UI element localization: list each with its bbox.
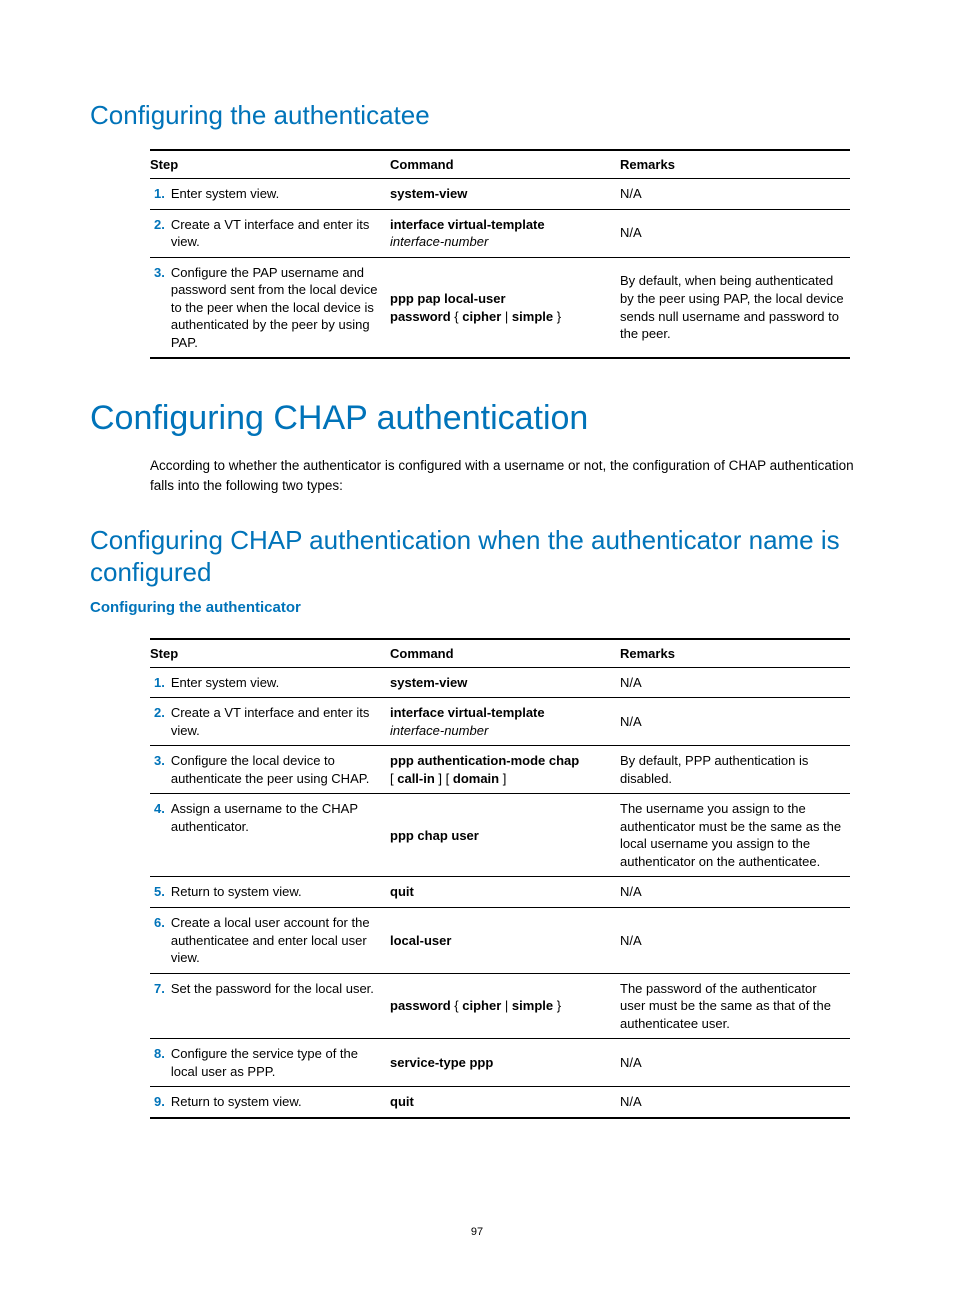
step-command: ppp pap local-user password { cipher | s… (390, 257, 620, 358)
step-number: 4. (150, 794, 171, 877)
step-command: local-user (390, 907, 620, 973)
step-remarks: N/A (620, 877, 850, 908)
col-step: Step (150, 150, 390, 179)
col-step: Step (150, 639, 390, 668)
step-remarks: The password of the authenticator user m… (620, 973, 850, 1039)
step-number: 1. (150, 179, 171, 210)
step-remarks: N/A (620, 698, 850, 746)
step-desc: Create a VT interface and enter its view… (171, 209, 390, 257)
table-row: 2. Create a VT interface and enter its v… (150, 698, 850, 746)
table-authenticator: Step Command Remarks 1. Enter system vie… (150, 638, 850, 1119)
heading-chap-name-configured: Configuring CHAP authentication when the… (90, 524, 864, 589)
heading-chap: Configuring CHAP authentication (90, 399, 864, 438)
step-remarks: N/A (620, 179, 850, 210)
step-desc: Enter system view. (171, 667, 390, 698)
step-remarks: N/A (620, 667, 850, 698)
table-row: 9. Return to system view. quit N/A (150, 1087, 850, 1118)
step-desc: Return to system view. (171, 1087, 390, 1118)
table-row: 7. Set the password for the local user. … (150, 973, 850, 1039)
step-command: ppp authentication-mode chap [ call-in ]… (390, 746, 620, 794)
table-row: 2. Create a VT interface and enter its v… (150, 209, 850, 257)
step-remarks: N/A (620, 907, 850, 973)
step-command: system-view (390, 667, 620, 698)
step-desc: Configure the PAP username and password … (171, 257, 390, 358)
heading-authenticatee: Configuring the authenticatee (90, 100, 864, 131)
page-number: 97 (0, 1226, 954, 1238)
step-command: interface virtual-templateinterface-numb… (390, 209, 620, 257)
step-desc: Assign a username to the CHAP authentica… (171, 794, 390, 877)
col-command: Command (390, 639, 620, 668)
step-number: 3. (150, 746, 171, 794)
step-desc: Create a VT interface and enter its view… (171, 698, 390, 746)
step-remarks: The username you assign to the authentic… (620, 794, 850, 877)
step-command: quit (390, 877, 620, 908)
step-command: password { cipher | simple } (390, 973, 620, 1039)
step-desc: Create a local user account for the auth… (171, 907, 390, 973)
step-number: 9. (150, 1087, 171, 1118)
table-row: 1. Enter system view. system-view N/A (150, 667, 850, 698)
col-remarks: Remarks (620, 150, 850, 179)
table-row: 3. Configure the local device to authent… (150, 746, 850, 794)
step-remarks: N/A (620, 209, 850, 257)
step-number: 2. (150, 209, 171, 257)
chap-intro-text: According to whether the authenticator i… (150, 456, 864, 495)
table-row: 3. Configure the PAP username and passwo… (150, 257, 850, 358)
step-remarks: By default, when being authenticated by … (620, 257, 850, 358)
step-remarks: N/A (620, 1039, 850, 1087)
table-row: 4. Assign a username to the CHAP authent… (150, 794, 850, 877)
step-remarks: N/A (620, 1087, 850, 1118)
step-desc: Return to system view. (171, 877, 390, 908)
table-row: 5. Return to system view. quit N/A (150, 877, 850, 908)
step-number: 3. (150, 257, 171, 358)
step-command: service-type ppp (390, 1039, 620, 1087)
step-command: interface virtual-templateinterface-numb… (390, 698, 620, 746)
step-command: quit (390, 1087, 620, 1118)
step-number: 8. (150, 1039, 171, 1087)
step-command: system-view (390, 179, 620, 210)
step-desc: Set the password for the local user. (171, 973, 390, 1039)
table-row: 6. Create a local user account for the a… (150, 907, 850, 973)
table-authenticatee: Step Command Remarks 1. Enter system vie… (150, 149, 850, 359)
step-number: 6. (150, 907, 171, 973)
step-number: 1. (150, 667, 171, 698)
step-desc: Enter system view. (171, 179, 390, 210)
step-command: ppp chap user (390, 794, 620, 877)
col-command: Command (390, 150, 620, 179)
step-desc: Configure the local device to authentica… (171, 746, 390, 794)
step-number: 2. (150, 698, 171, 746)
step-remarks: By default, PPP authentication is disabl… (620, 746, 850, 794)
heading-configuring-authenticator: Configuring the authenticator (90, 599, 864, 616)
table-row: 8. Configure the service type of the loc… (150, 1039, 850, 1087)
step-number: 5. (150, 877, 171, 908)
col-remarks: Remarks (620, 639, 850, 668)
table-row: 1. Enter system view. system-view N/A (150, 179, 850, 210)
step-desc: Configure the service type of the local … (171, 1039, 390, 1087)
step-number: 7. (150, 973, 171, 1039)
